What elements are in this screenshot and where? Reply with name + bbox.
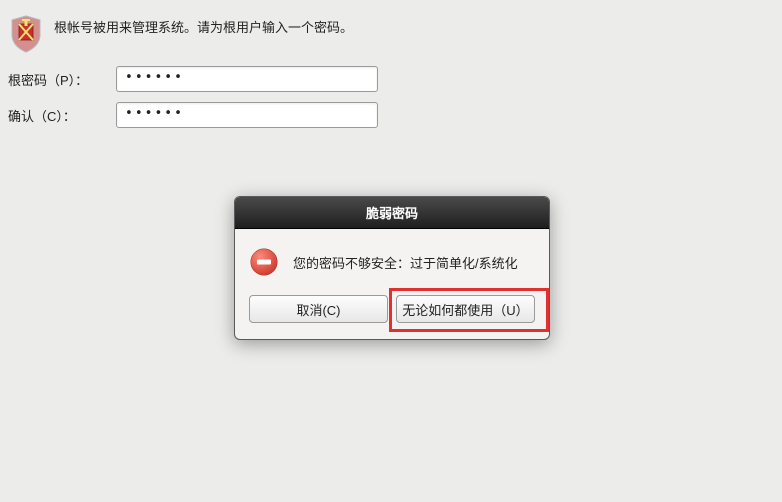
dialog-message: 您的密码不够安全：过于简单化/系统化: [293, 253, 518, 272]
instruction-text: 根帐号被用来管理系统。请为根用户输入一个密码。: [54, 14, 353, 38]
confirm-value: ••••••: [125, 106, 184, 121]
header: 根帐号被用来管理系统。请为根用户输入一个密码。: [0, 0, 782, 62]
cancel-button[interactable]: 取消(C): [249, 295, 388, 323]
dialog-buttons: 取消(C) 无论如何都使用（U）: [235, 295, 549, 339]
confirm-label: 确认（C）：: [8, 106, 116, 125]
use-anyway-button-label: 无论如何都使用（U）: [402, 300, 528, 319]
dialog-title: 脆弱密码: [235, 197, 549, 229]
cancel-button-label: 取消(C): [296, 300, 340, 319]
password-value: ••••••: [125, 70, 184, 85]
weak-password-dialog: 脆弱密码 您的密码不够安全：过于简单化/系统化 取消(C) 无论如何都使用（U）: [234, 196, 550, 340]
confirm-row: 确认（C）： ••••••: [8, 102, 774, 128]
error-icon: [249, 247, 279, 277]
shield-icon: [8, 14, 44, 54]
dialog-body: 您的密码不够安全：过于简单化/系统化: [235, 229, 549, 295]
password-label: 根密码（P）：: [8, 70, 116, 89]
password-input[interactable]: ••••••: [116, 66, 378, 92]
use-anyway-button[interactable]: 无论如何都使用（U）: [396, 295, 535, 323]
password-row: 根密码（P）： ••••••: [8, 66, 774, 92]
confirm-input[interactable]: ••••••: [116, 102, 378, 128]
